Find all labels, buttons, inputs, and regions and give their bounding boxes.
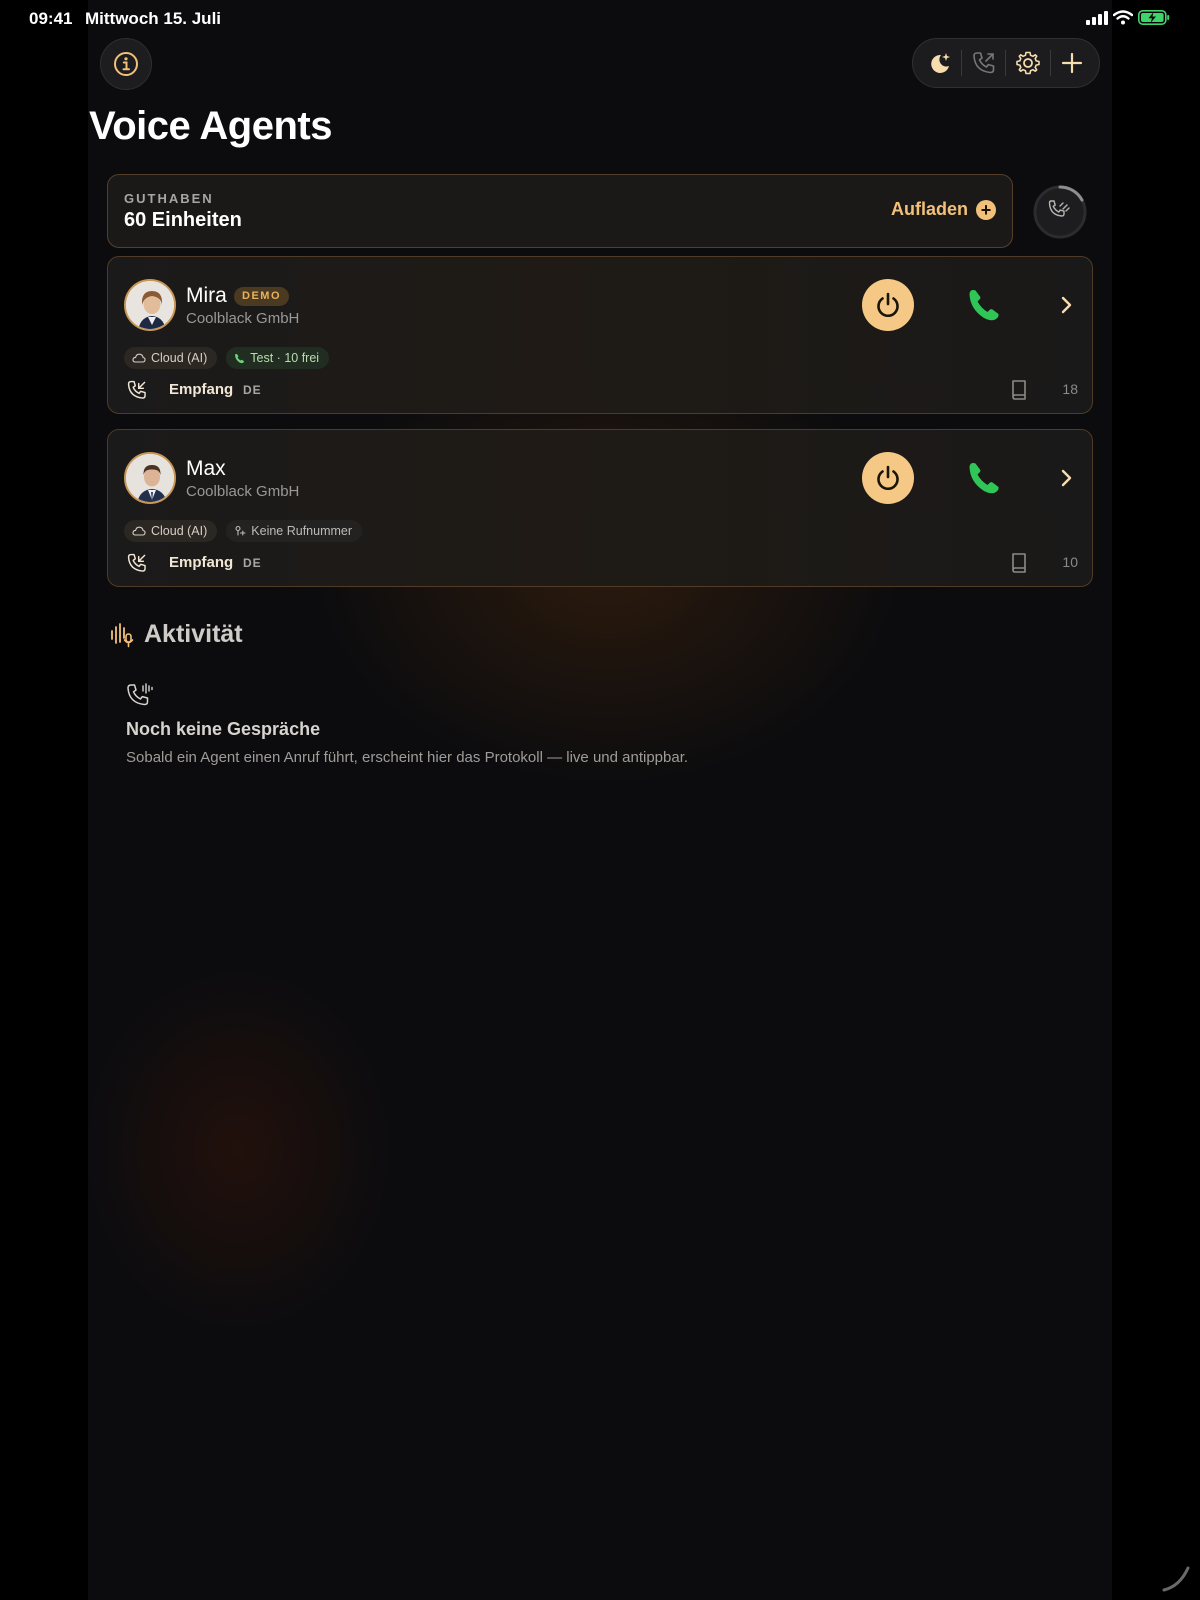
balance-card: GUTHABEN 60 Einheiten Aufladen + <box>107 174 1013 248</box>
power-icon <box>877 292 899 317</box>
call-button[interactable] <box>966 460 1002 496</box>
knowledge-count: 18 <box>1062 381 1078 397</box>
agent-footer: Empfang DE 18 <box>124 377 1078 403</box>
open-agent-chevron[interactable] <box>1058 295 1074 315</box>
agent-card[interactable]: Max Coolblack GmbH Cloud (AI) Keine Rufn… <box>107 429 1093 587</box>
status-bar: 09:41 Mittwoch 15. Juli <box>0 0 1200 36</box>
chip-cloud: Cloud (AI) <box>124 520 218 542</box>
info-button[interactable] <box>100 38 152 90</box>
route-label: Empfang <box>169 381 234 398</box>
toolbar-separator <box>961 50 963 76</box>
empty-state-title: Noch keine Gespräche <box>126 719 321 739</box>
agent-chips: Cloud (AI) Test · 10 frei <box>124 347 330 369</box>
info-icon <box>114 52 138 76</box>
empty-state-description: Sobald ein Agent einen Anruf führt, ersc… <box>126 749 689 766</box>
call-status-ring <box>1033 185 1087 239</box>
status-date: Mittwoch 15. Juli <box>85 9 222 28</box>
power-button[interactable] <box>862 279 914 331</box>
activity-title: Aktivität <box>144 620 243 648</box>
signal-icon <box>1086 10 1108 25</box>
balance-value: 60 Einheiten <box>124 209 242 231</box>
call-button[interactable] <box>966 287 1002 323</box>
no-number-icon <box>235 525 246 536</box>
chevron-right-icon <box>1061 296 1072 314</box>
cloud-icon <box>132 526 146 536</box>
status-time: 09:41 <box>29 9 73 28</box>
activity-header: Aktivität <box>110 620 243 649</box>
settings-button[interactable] <box>1008 43 1048 83</box>
outgoing-call-icon <box>973 52 995 74</box>
phone-icon <box>969 463 999 494</box>
page-title: Voice Agents <box>89 104 332 148</box>
chip-no-number: Keine Rufnummer <box>226 520 363 542</box>
avatar <box>124 279 176 331</box>
balance-label: GUTHABEN <box>124 191 214 206</box>
toolbar-separator <box>1005 50 1007 76</box>
top-toolbar <box>912 38 1100 88</box>
power-icon <box>877 465 899 490</box>
language-label: DE <box>243 383 262 397</box>
moon-sparkle-icon <box>931 53 950 73</box>
theme-button[interactable] <box>920 43 960 83</box>
book-icon <box>1012 380 1026 400</box>
phone-icon <box>969 290 999 321</box>
gear-icon <box>1016 51 1040 75</box>
plus-circle-icon: + <box>976 199 996 220</box>
plus-icon <box>1062 52 1083 74</box>
language-label: DE <box>243 556 262 570</box>
chip-label: Test · 10 frei <box>250 351 320 365</box>
phone-waves-icon <box>127 683 153 706</box>
chevron-right-icon <box>1061 469 1072 487</box>
incoming-call-icon <box>127 553 146 572</box>
battery-charging-icon <box>1138 10 1170 25</box>
chip-label: Cloud (AI) <box>151 351 208 365</box>
waveform-mic-icon <box>111 622 134 647</box>
add-agent-button[interactable] <box>1052 43 1092 83</box>
agent-name: Mira <box>186 284 227 307</box>
status-icons <box>1086 10 1170 25</box>
chip-label: Cloud (AI) <box>151 524 208 538</box>
cloud-icon <box>132 353 146 363</box>
agent-company: Coolblack GmbH <box>186 310 300 327</box>
chip-label: Keine Rufnummer <box>251 524 353 538</box>
phone-small-icon <box>235 353 245 363</box>
chip-cloud: Cloud (AI) <box>124 347 218 369</box>
chip-test: Test · 10 frei <box>226 347 330 369</box>
agent-chips: Cloud (AI) Keine Rufnummer <box>124 520 363 542</box>
demo-badge: DEMO <box>234 287 289 306</box>
agent-card[interactable]: Mira DEMO Coolblack GmbH Cloud (AI) Test… <box>107 256 1093 414</box>
topup-button[interactable]: Aufladen + <box>891 199 996 220</box>
call-status-button[interactable] <box>1030 182 1090 242</box>
incoming-call-icon <box>127 380 146 399</box>
route-label: Empfang <box>169 554 234 571</box>
outgoing-call-button[interactable] <box>964 43 1004 83</box>
knowledge-count: 10 <box>1062 554 1078 570</box>
book-icon <box>1012 553 1026 573</box>
open-agent-chevron[interactable] <box>1058 468 1074 488</box>
wifi-icon <box>1113 10 1133 25</box>
toolbar-separator <box>1049 50 1051 76</box>
avatar <box>124 452 176 504</box>
power-button[interactable] <box>862 452 914 504</box>
resize-handle-icon[interactable] <box>1160 1560 1194 1594</box>
agent-company: Coolblack GmbH <box>186 483 300 500</box>
topup-label: Aufladen <box>890 199 968 219</box>
agent-name: Max <box>186 457 226 480</box>
agent-footer: Empfang DE 10 <box>124 550 1078 576</box>
